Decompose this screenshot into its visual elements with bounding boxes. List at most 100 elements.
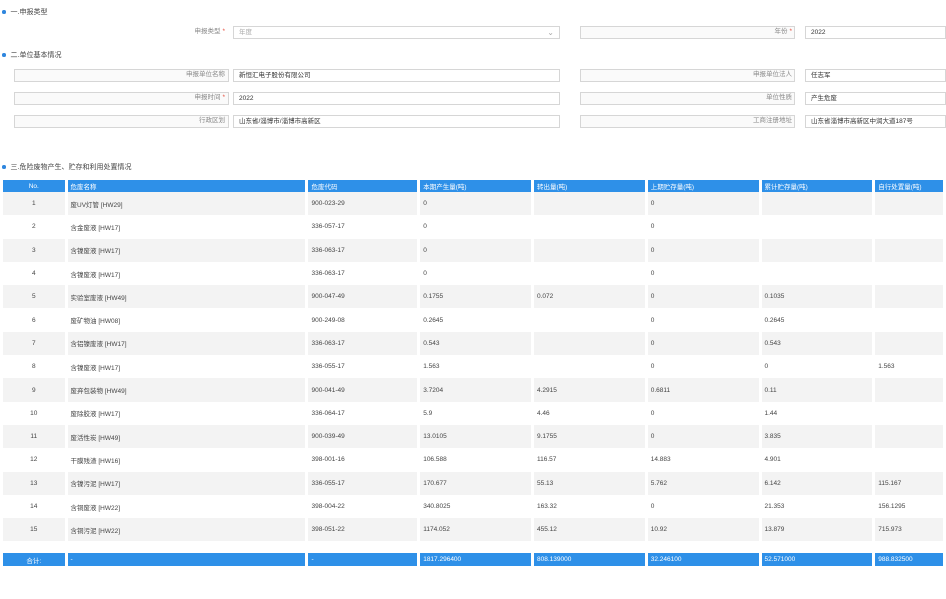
legal-rep-label: 申报单位法人 [753,71,792,78]
cell-cum-stock: 6.142 [761,471,873,495]
bullet-dot-icon [2,53,6,57]
cell-name: 含镍污泥 [HW17] [67,471,306,495]
total-cell-no: 合计: [3,553,65,567]
cell-code: 336-063-17 [308,261,418,286]
cell-produced: 0 [420,261,531,286]
col-cum-stock-header: 累计贮存量(吨) [761,180,873,192]
cell-transfer: 55.13 [533,471,645,495]
cell-transfer [533,308,645,332]
cell-no: 13 [3,471,65,495]
cell-no: 12 [3,448,65,472]
cell-produced: 0.2645 [420,308,531,332]
section-hazwaste-title: 三.危险废物产生、贮存和利用处置情况 [2,162,131,172]
reg-address-input[interactable]: 山东省淄博市高新区中润大道187号 [805,115,946,128]
cell-no: 8 [3,355,65,379]
cell-no: 3 [3,238,65,262]
cell-no: 5 [3,285,65,309]
cell-code: 336-055-17 [308,355,418,379]
cell-produced: 0.543 [420,331,531,356]
section-unit-info-title: 二.单位基本情况 [2,50,61,60]
cell-self-dispose: 1.563 [875,355,943,379]
cell-code: 398-004-22 [308,494,418,519]
cell-produced: 0 [420,192,531,216]
unit-name-input[interactable]: 新恒汇电子股份有限公司 [233,69,560,82]
table-row[interactable]: 9 废弃包装物 [HW49] 900-041-49 3.7204 4.2915 0.681… [3,378,943,402]
cell-produced: 170.677 [420,471,531,495]
cell-self-dispose [875,448,943,472]
table-spacer [3,541,943,554]
cell-name: 含镍废液 [HW17] [67,355,306,379]
report-time-input[interactable]: 2022 [233,92,560,105]
cell-code: 336-055-17 [308,471,418,495]
cell-transfer [533,331,645,356]
cell-transfer: 455.12 [533,518,645,542]
cell-no: 4 [3,261,65,286]
cell-transfer: 4.2915 [533,378,645,402]
cell-prev-stock: 10.92 [647,518,759,542]
district-label: 行政区划 [199,117,225,124]
cell-transfer: 4.46 [533,401,645,425]
cell-cum-stock [761,238,873,262]
table-row[interactable]: 8 含镍废液 [HW17] 336-055-17 1.563 0 0 1.563 [3,355,943,379]
cell-no: 9 [3,378,65,402]
cell-cum-stock: 4.901 [761,448,873,472]
section-report-type-title: 一.申报类型 [2,7,47,17]
total-cell-name: - [67,553,306,567]
cell-code: 336-064-17 [308,401,418,425]
cell-transfer: 163.32 [533,494,645,519]
cell-name: 含镍废液 [HW17] [67,261,306,286]
report-type-label: 申报类型 * [194,28,225,35]
cell-no: 10 [3,401,65,425]
cell-prev-stock: 0 [647,192,759,216]
table-row[interactable]: 5 实验室废液 [HW49] 900-047-49 0.1755 0.072 0 0.103… [3,285,943,309]
cell-self-dispose [875,215,943,239]
unit-name-label: 申报单位名称 [186,71,225,78]
cell-no: 14 [3,494,65,519]
cell-name: 废UV灯管 [HW29] [67,192,306,216]
cell-self-dispose [875,261,943,286]
cell-name: 含铜废液 [HW22] [67,494,306,519]
cell-code: 398-051-22 [308,518,418,542]
table-row[interactable]: 12 干膜残渣 [HW16] 398-001-16 106.588 116.57 14.8… [3,448,943,472]
cell-self-dispose [875,424,943,449]
table-row[interactable]: 13 含镍污泥 [HW17] 336-055-17 170.677 55.13 5.762… [3,471,943,495]
table-row[interactable]: 4 含镍废液 [HW17] 336-063-17 0 0 [3,261,943,286]
table-row[interactable]: 1 废UV灯管 [HW29] 900-023-29 0 0 [3,192,943,216]
table-row[interactable]: 3 含镍废液 [HW17] 336-063-17 0 0 [3,238,943,262]
cell-transfer [533,238,645,262]
unit-nature-input[interactable]: 产生危废 [805,92,946,105]
total-cell-code: - [308,553,418,567]
table-row[interactable]: 2 含金废液 [HW17] 336-057-17 0 0 [3,215,943,239]
cell-prev-stock: 0 [647,331,759,356]
cell-cum-stock: 0.2645 [761,308,873,332]
cell-prev-stock: 0 [647,308,759,332]
cell-prev-stock: 0 [647,261,759,286]
cell-cum-stock: 21.353 [761,494,873,519]
cell-self-dispose [875,285,943,309]
legal-rep-input[interactable]: 任志军 [805,69,946,82]
cell-no: 1 [3,192,65,216]
total-cell-self-dispose: 988.832500 [875,553,943,567]
district-input[interactable]: 山东省/淄博市/淄博市高新区 [233,115,560,128]
cell-self-dispose [875,238,943,262]
cell-self-dispose [875,401,943,425]
cell-name: 废矿物油 [HW08] [67,308,306,332]
cell-code: 336-063-17 [308,238,418,262]
cell-prev-stock: 0 [647,215,759,239]
table-row[interactable]: 7 含铝镍废液 [HW17] 336-063-17 0.543 0 0.543 [3,331,943,356]
cell-cum-stock: 13.879 [761,518,873,542]
bullet-dot-icon [2,10,6,14]
cell-name: 含铜污泥 [HW22] [67,518,306,542]
cell-code: 900-039-49 [308,424,418,449]
table-row[interactable]: 11 废活性炭 [HW49] 900-039-49 13.0105 9.1755 0 3.8… [3,424,943,449]
cell-transfer [533,192,645,216]
table-row[interactable]: 15 含铜污泥 [HW22] 398-051-22 1174.052 455.12 10.… [3,518,943,542]
report-type-select[interactable]: 年度 ⌄ [233,26,560,39]
cell-produced: 340.8025 [420,494,531,519]
table-row[interactable]: 6 废矿物油 [HW08] 900-249-08 0.2645 0 0.2645 [3,308,943,332]
table-row[interactable]: 10 废除胶液 [HW17] 336-064-17 5.9 4.46 0 1.44 [3,401,943,425]
year-input[interactable]: 2022 [805,26,946,39]
cell-cum-stock: 0 [761,355,873,379]
table-row[interactable]: 14 含铜废液 [HW22] 398-004-22 340.8025 163.32 0 21… [3,494,943,519]
bullet-dot-icon [2,165,6,169]
